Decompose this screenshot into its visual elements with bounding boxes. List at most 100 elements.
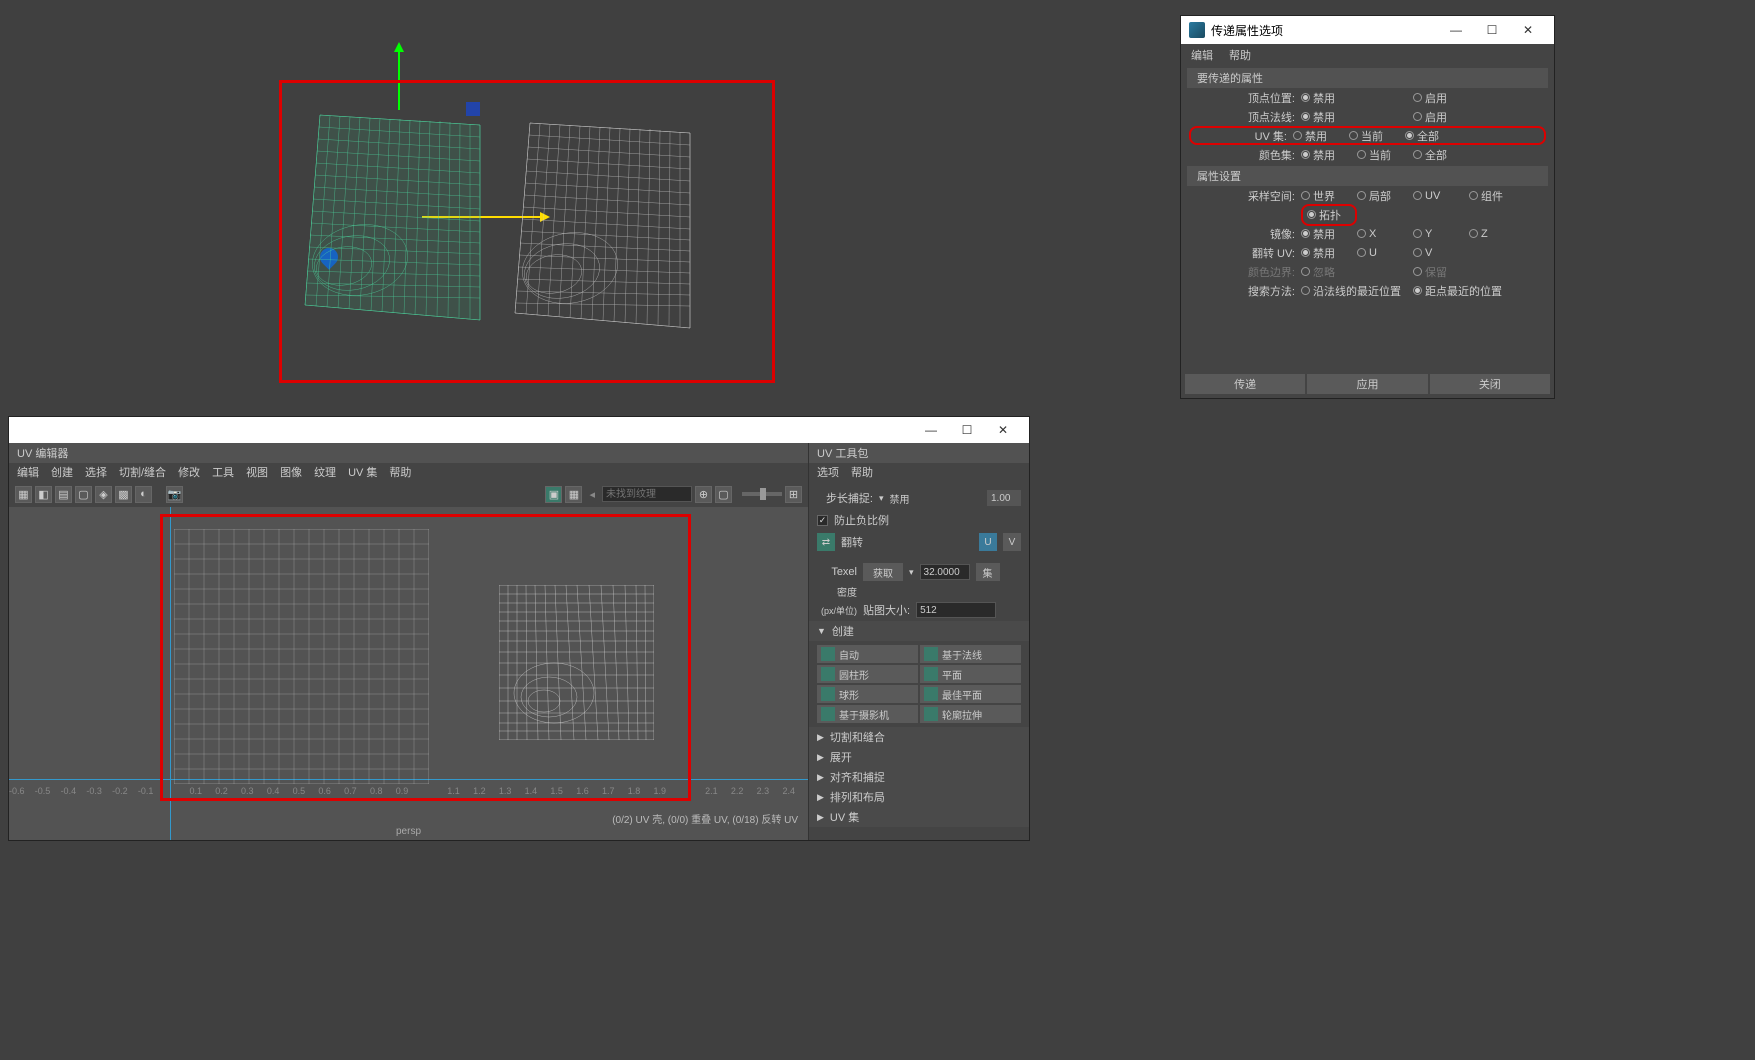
- create-cylinder-button[interactable]: 圆柱形: [817, 665, 918, 683]
- tb-checker-icon[interactable]: ▩: [115, 486, 132, 503]
- uv-canvas[interactable]: -0.6-0.5-0.4-0.3-0.2-0.10.10.20.30.40.50…: [9, 507, 808, 840]
- close-button[interactable]: ✕: [1510, 16, 1546, 44]
- uv-editor-titlebar[interactable]: — ☐ ✕: [9, 417, 1029, 443]
- texel-set-button[interactable]: 集: [976, 563, 1000, 581]
- prevent-negative-checkbox[interactable]: [817, 515, 828, 526]
- radio-space-world[interactable]: 世界: [1301, 188, 1357, 204]
- radio-uvsets-current[interactable]: 当前: [1349, 128, 1405, 144]
- uvmenu-modify[interactable]: 修改: [178, 464, 200, 480]
- dim-slider[interactable]: [742, 492, 782, 496]
- radio-vertexpos-disable[interactable]: 禁用: [1301, 90, 1357, 106]
- tb-dim-icon[interactable]: ◐: [135, 486, 152, 503]
- texture-search-input[interactable]: [602, 486, 692, 502]
- row-flip-uv: 翻转 UV: 禁用 U V: [1181, 243, 1554, 262]
- radio-colorsets-all[interactable]: 全部: [1413, 147, 1469, 163]
- tb-image-icon[interactable]: ▢: [715, 486, 732, 503]
- uvmenu-texture[interactable]: 纹理: [314, 464, 336, 480]
- highlight-box-uv: [160, 514, 691, 801]
- tb-snapshot-icon[interactable]: 📷: [166, 486, 183, 503]
- uvmenu-help[interactable]: 帮助: [389, 464, 411, 480]
- tb-wire-icon[interactable]: ▤: [55, 486, 72, 503]
- minimize-button[interactable]: —: [1438, 16, 1474, 44]
- section-create[interactable]: ▼创建: [809, 621, 1029, 641]
- uvmenu-cut-sew[interactable]: 切割/缝合: [119, 464, 166, 480]
- texel-value-input[interactable]: [920, 564, 970, 580]
- uvmenu-image[interactable]: 图像: [280, 464, 302, 480]
- uvmenu-select[interactable]: 选择: [85, 464, 107, 480]
- radio-flip-u[interactable]: U: [1357, 247, 1413, 259]
- uv-editor-tab[interactable]: UV 编辑器: [9, 443, 808, 463]
- section-arrange[interactable]: ▶排列和布局: [809, 787, 1029, 807]
- uvmenu-tools[interactable]: 工具: [212, 464, 234, 480]
- transfer-button[interactable]: 传递: [1185, 374, 1305, 394]
- section-align-snap[interactable]: ▶对齐和捕捉: [809, 767, 1029, 787]
- tb-distort-icon[interactable]: ◈: [95, 486, 112, 503]
- flip-u-button[interactable]: U: [979, 533, 997, 551]
- create-planar-button[interactable]: 平面: [920, 665, 1021, 683]
- menu-edit[interactable]: 编辑: [1191, 47, 1213, 63]
- tb-shaded-icon[interactable]: ◧: [35, 486, 52, 503]
- tb-border-icon[interactable]: ▢: [75, 486, 92, 503]
- highlight-box-3d: [279, 80, 775, 383]
- uv-toolkit-panel: UV 工具包 选项 帮助 步长捕捉: ▾ 禁用 防止负比例 ⇄ 翻转 U: [808, 443, 1029, 840]
- tb-texture-icon[interactable]: ▣: [545, 486, 562, 503]
- create-auto-button[interactable]: 自动: [817, 645, 918, 663]
- section-cut-sew[interactable]: ▶切割和缝合: [809, 727, 1029, 747]
- radio-vertexnorm-disable[interactable]: 禁用: [1301, 109, 1357, 125]
- section-unfold[interactable]: ▶展开: [809, 747, 1029, 767]
- uv-toolkit-tab[interactable]: UV 工具包: [809, 443, 1029, 463]
- uv-close-button[interactable]: ✕: [985, 416, 1021, 444]
- apply-button[interactable]: 应用: [1307, 374, 1427, 394]
- radio-space-local[interactable]: 局部: [1357, 188, 1413, 204]
- create-bestplane-button[interactable]: 最佳平面: [920, 685, 1021, 703]
- create-sphere-button[interactable]: 球形: [817, 685, 918, 703]
- uvmenu-create[interactable]: 创建: [51, 464, 73, 480]
- maya-icon: [1189, 22, 1205, 38]
- radio-vertexnorm-enable[interactable]: 启用: [1413, 109, 1469, 125]
- radio-search-normal[interactable]: 沿法线的最近位置: [1301, 283, 1413, 299]
- tkmenu-help[interactable]: 帮助: [851, 464, 873, 480]
- section-uv-sets[interactable]: ▶UV 集: [809, 807, 1029, 827]
- uv-maximize-button[interactable]: ☐: [949, 416, 985, 444]
- tb-checker2-icon[interactable]: ▦: [565, 486, 582, 503]
- maximize-button[interactable]: ☐: [1474, 16, 1510, 44]
- radio-uvsets-all[interactable]: 全部: [1405, 128, 1461, 144]
- uvmenu-view[interactable]: 视图: [246, 464, 268, 480]
- create-normal-button[interactable]: 基于法线: [920, 645, 1021, 663]
- map-size-input[interactable]: [916, 602, 996, 618]
- tb-grid-icon[interactable]: ▦: [15, 486, 32, 503]
- radio-search-point[interactable]: 距点最近的位置: [1413, 283, 1525, 299]
- tb-expand-icon[interactable]: ⊞: [785, 486, 802, 503]
- uvmenu-uv-sets[interactable]: UV 集: [348, 464, 377, 480]
- tkmenu-options[interactable]: 选项: [817, 464, 839, 480]
- flip-v-button[interactable]: V: [1003, 533, 1021, 551]
- step-value-input[interactable]: [987, 490, 1021, 506]
- 3d-viewport[interactable]: [10, 10, 880, 410]
- tb-globe-icon[interactable]: ⊕: [695, 486, 712, 503]
- radio-colorsets-disable[interactable]: 禁用: [1301, 147, 1357, 163]
- radio-mirror-y[interactable]: Y: [1413, 228, 1469, 240]
- radio-flip-v[interactable]: V: [1413, 247, 1469, 259]
- uv-ruler: -0.6-0.5-0.4-0.3-0.2-0.10.10.20.30.40.50…: [9, 786, 808, 798]
- radio-mirror-x[interactable]: X: [1357, 228, 1413, 240]
- close-dialog-button[interactable]: 关闭: [1430, 374, 1550, 394]
- step-snap-dropdown[interactable]: 禁用: [890, 491, 910, 506]
- radio-space-topology-highlighted[interactable]: 拓扑: [1301, 204, 1357, 226]
- radio-flip-disable[interactable]: 禁用: [1301, 245, 1357, 261]
- create-camera-button[interactable]: 基于摄影机: [817, 705, 918, 723]
- radio-mirror-z[interactable]: Z: [1469, 228, 1525, 240]
- texel-get-button[interactable]: 获取: [863, 563, 903, 581]
- uv-editor-window: — ☐ ✕ UV 编辑器 编辑 创建 选择 切割/缝合 修改 工具 视图 图像 …: [8, 416, 1030, 841]
- uv-minimize-button[interactable]: —: [913, 416, 949, 444]
- radio-vertexpos-enable[interactable]: 启用: [1413, 90, 1469, 106]
- dialog-titlebar[interactable]: 传递属性选项 — ☐ ✕: [1181, 16, 1554, 44]
- create-contour-button[interactable]: 轮廓拉伸: [920, 705, 1021, 723]
- menu-help[interactable]: 帮助: [1229, 47, 1251, 63]
- radio-space-uv[interactable]: UV: [1413, 190, 1469, 202]
- radio-space-component[interactable]: 组件: [1469, 188, 1525, 204]
- radio-uvsets-disable[interactable]: 禁用: [1293, 128, 1349, 144]
- radio-mirror-disable[interactable]: 禁用: [1301, 226, 1357, 242]
- uvmenu-edit[interactable]: 编辑: [17, 464, 39, 480]
- flip-icon[interactable]: ⇄: [817, 533, 835, 551]
- radio-colorsets-current[interactable]: 当前: [1357, 147, 1413, 163]
